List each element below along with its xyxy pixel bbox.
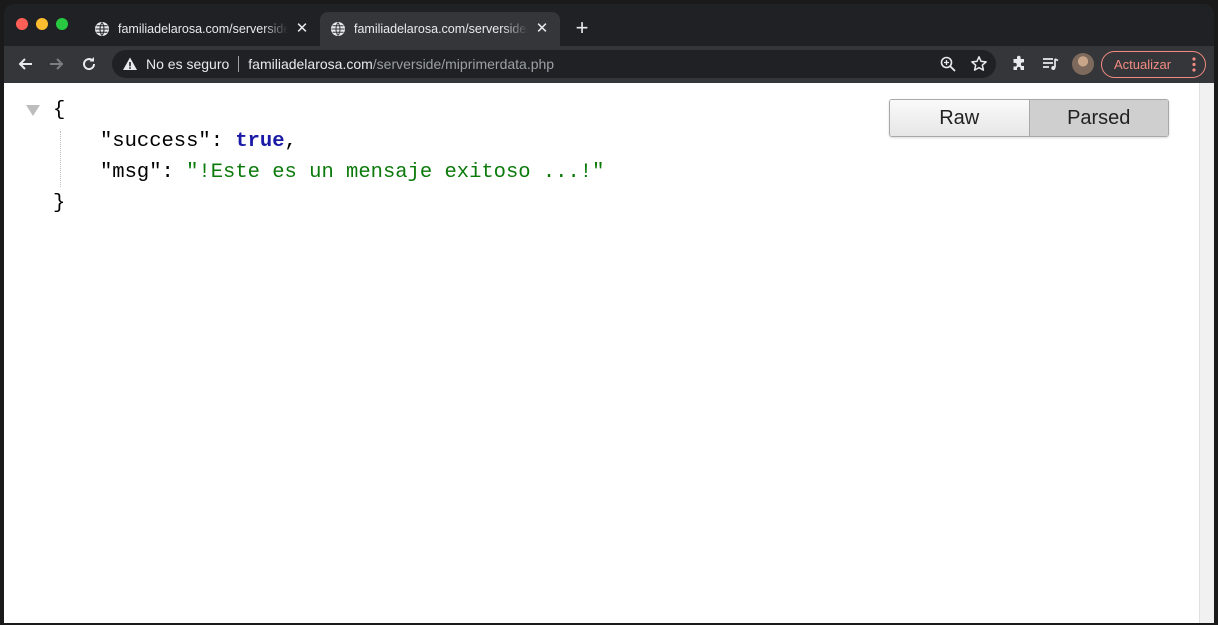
toolbar: No es seguro familiadelarosa.com/servers… <box>4 46 1214 83</box>
json-colon: : <box>210 130 236 153</box>
globe-icon <box>95 22 109 36</box>
raw-button[interactable]: Raw <box>890 100 1030 136</box>
close-icon[interactable]: ✕ <box>294 21 310 37</box>
view-toggle: Raw Parsed <box>889 99 1169 137</box>
media-queue-icon[interactable] <box>1041 55 1059 73</box>
json-open-brace: { <box>53 99 66 122</box>
tab-strip: familiadelarosa.com/serverside/miprimerd… <box>4 4 1214 46</box>
browser-window: familiadelarosa.com/serverside/miprimerd… <box>4 4 1214 623</box>
tab-title: familiadelarosa.com/serverside/miprimerd… <box>354 22 528 36</box>
tab-active[interactable]: familiadelarosa.com/serverside/miprimerd… <box>320 12 560 46</box>
url-host: familiadelarosa.com <box>248 56 373 72</box>
omnibox-divider <box>238 56 240 72</box>
vertical-scrollbar[interactable] <box>1199 83 1214 623</box>
maximize-window-button[interactable] <box>56 18 68 30</box>
json-key: "msg" <box>100 161 162 184</box>
parsed-button[interactable]: Parsed <box>1029 100 1168 136</box>
extensions-icon[interactable] <box>1010 55 1028 73</box>
json-colon: : <box>161 161 187 184</box>
json-entry-success: "success": true, <box>100 130 297 153</box>
close-icon[interactable]: ✕ <box>534 21 550 37</box>
tab-title: familiadelarosa.com/serverside/miprimerd… <box>118 22 288 36</box>
forward-arrow-icon[interactable] <box>46 53 68 75</box>
zoom-icon[interactable] <box>940 56 956 72</box>
update-label: Actualizar <box>1114 57 1172 72</box>
url-path: /serverside/miprimerdata.php <box>372 56 555 72</box>
indent-guide <box>60 131 61 187</box>
json-close-brace: } <box>53 192 66 215</box>
address-bar[interactable]: No es seguro familiadelarosa.com/servers… <box>112 50 996 78</box>
collapse-toggle-icon[interactable] <box>26 105 40 116</box>
update-button[interactable]: Actualizar <box>1101 51 1206 78</box>
plus-icon[interactable]: + <box>572 17 592 39</box>
json-entry-msg: "msg": "!Este es un mensaje exitoso ...!… <box>100 161 604 184</box>
avatar[interactable] <box>1072 53 1094 75</box>
warning-icon[interactable] <box>122 56 138 72</box>
page-content: { "success": true, "msg": "!Este es un m… <box>4 83 1199 623</box>
tab-inactive[interactable]: familiadelarosa.com/serverside/miprimerd… <box>84 12 320 46</box>
json-value-string: "!Este es un mensaje exitoso ...!" <box>186 161 605 184</box>
reload-icon[interactable] <box>78 53 100 75</box>
close-window-button[interactable] <box>16 18 28 30</box>
minimize-window-button[interactable] <box>36 18 48 30</box>
star-icon[interactable] <box>970 55 988 73</box>
back-arrow-icon[interactable] <box>14 53 36 75</box>
json-value-bool: true <box>235 130 285 153</box>
security-label[interactable]: No es seguro <box>146 56 229 72</box>
menu-dots-icon[interactable] <box>1192 57 1196 72</box>
json-comma: , <box>284 130 297 153</box>
json-key: "success" <box>100 130 211 153</box>
globe-icon <box>331 22 345 36</box>
